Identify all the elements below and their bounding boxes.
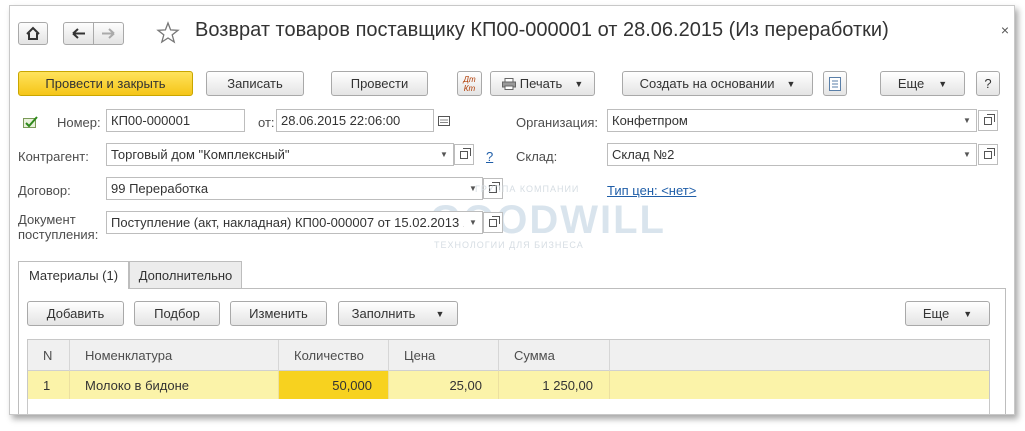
fill-label: Заполнить bbox=[351, 306, 416, 321]
contract-open-button[interactable] bbox=[483, 178, 503, 199]
chevron-down-icon[interactable]: ▼ bbox=[958, 144, 976, 165]
counterparty-label: Контрагент: bbox=[18, 149, 89, 164]
print-button[interactable]: Печать ▼ bbox=[490, 71, 595, 96]
tab-materials[interactable]: Материалы (1) bbox=[18, 261, 129, 289]
counterparty-value: Торговый дом "Комплексный" bbox=[111, 147, 290, 162]
column-quantity[interactable]: Количество bbox=[279, 340, 389, 371]
chevron-down-icon: ▼ bbox=[963, 308, 973, 319]
date-value: 28.06.2015 22:06:00 bbox=[281, 113, 401, 128]
warehouse-label: Склад: bbox=[516, 149, 558, 164]
organization-field[interactable]: Конфетпром ▼ bbox=[607, 109, 977, 132]
dt-label: Дт bbox=[463, 74, 476, 84]
more-button[interactable]: Еще ▼ bbox=[880, 71, 965, 96]
column-price[interactable]: Цена bbox=[389, 340, 499, 371]
chevron-down-icon: ▼ bbox=[435, 308, 445, 319]
fill-button[interactable]: Заполнить ▼ bbox=[338, 301, 458, 326]
page-title: Возврат товаров поставщику КП00-000001 о… bbox=[195, 19, 889, 41]
kt-label: Кт bbox=[463, 83, 476, 93]
edit-button[interactable]: Изменить bbox=[230, 301, 327, 326]
counterparty-field[interactable]: Торговый дом "Комплексный" ▼ bbox=[106, 143, 454, 166]
arrow-left-icon bbox=[72, 28, 85, 39]
save-button[interactable]: Записать bbox=[206, 71, 304, 96]
receipt-label-line2: поступления: bbox=[18, 227, 99, 242]
organization-label: Организация: bbox=[516, 115, 599, 130]
document-window: Возврат товаров поставщику КП00-000001 о… bbox=[9, 5, 1015, 415]
column-sum[interactable]: Сумма bbox=[499, 340, 610, 371]
cell-quantity[interactable]: 50,000 bbox=[279, 371, 389, 399]
table-more-label: Еще bbox=[922, 306, 950, 321]
open-icon bbox=[984, 113, 995, 125]
posted-status-icon bbox=[23, 116, 38, 128]
dt-kt-button[interactable]: Дт Кт bbox=[457, 71, 482, 96]
contract-field[interactable]: 99 Переработка ▼ bbox=[106, 177, 483, 200]
add-button[interactable]: Добавить bbox=[27, 301, 124, 326]
receipt-open-button[interactable] bbox=[483, 212, 503, 233]
cell-price[interactable]: 25,00 bbox=[389, 371, 499, 399]
price-type-link[interactable]: Тип цен: <нет> bbox=[607, 183, 696, 198]
printer-icon bbox=[501, 77, 516, 90]
create-based-on-button[interactable]: Создать на основании ▼ bbox=[622, 71, 813, 96]
close-icon[interactable]: × bbox=[1001, 22, 1009, 38]
organization-open-button[interactable] bbox=[978, 110, 998, 131]
contract-value: 99 Переработка bbox=[111, 181, 209, 196]
more-label: Еще bbox=[897, 76, 925, 91]
calendar-icon bbox=[438, 115, 450, 126]
table-row[interactable]: 1 Молоко в бидоне 50,000 25,00 1 250,00 bbox=[28, 371, 989, 399]
date-label: от: bbox=[258, 115, 275, 130]
counterparty-open-button[interactable] bbox=[454, 144, 474, 165]
contract-label: Договор: bbox=[18, 183, 71, 198]
chevron-down-icon[interactable]: ▼ bbox=[435, 144, 453, 165]
receipt-document-value: Поступление (акт, накладная) КП00-000007… bbox=[111, 215, 471, 230]
watermark-bottom: ТЕХНОЛОГИИ ДЛЯ БИЗНЕСА bbox=[434, 240, 584, 250]
chevron-down-icon[interactable]: ▼ bbox=[464, 212, 482, 233]
number-label: Номер: bbox=[57, 115, 101, 130]
home-button[interactable] bbox=[18, 22, 48, 45]
number-field[interactable]: КП00-000001 bbox=[106, 109, 245, 132]
warehouse-field[interactable]: Склад №2 ▼ bbox=[607, 143, 977, 166]
arrow-right-icon bbox=[102, 28, 115, 39]
cell-n[interactable]: 1 bbox=[28, 371, 70, 399]
create-based-label: Создать на основании bbox=[639, 76, 775, 91]
calendar-button[interactable] bbox=[434, 110, 454, 131]
pick-button[interactable]: Подбор bbox=[134, 301, 220, 326]
open-icon bbox=[460, 147, 471, 159]
chevron-down-icon: ▼ bbox=[786, 78, 796, 89]
chevron-down-icon: ▼ bbox=[938, 78, 948, 89]
receipt-document-field[interactable]: Поступление (акт, накладная) КП00-000007… bbox=[106, 211, 483, 234]
chevron-down-icon[interactable]: ▼ bbox=[464, 178, 482, 199]
number-value: КП00-000001 bbox=[111, 113, 191, 128]
organization-value: Конфетпром bbox=[612, 113, 688, 128]
back-button[interactable] bbox=[63, 22, 94, 45]
cell-item[interactable]: Молоко в бидоне bbox=[70, 371, 279, 399]
warehouse-open-button[interactable] bbox=[978, 144, 998, 165]
materials-table: N Номенклатура Количество Цена Сумма 1 М… bbox=[27, 339, 990, 414]
receipt-label: Документ поступления: bbox=[18, 212, 98, 242]
document-icon bbox=[829, 76, 841, 91]
column-n[interactable]: N bbox=[28, 340, 70, 371]
table-header: N Номенклатура Количество Цена Сумма bbox=[28, 340, 989, 371]
tab-additional[interactable]: Дополнительно bbox=[129, 261, 242, 288]
date-field[interactable]: 28.06.2015 22:06:00 bbox=[276, 109, 434, 132]
column-item[interactable]: Номенклатура bbox=[70, 340, 279, 371]
help-button[interactable]: ? bbox=[976, 71, 1000, 96]
home-icon bbox=[26, 26, 40, 40]
open-icon bbox=[489, 181, 500, 193]
warehouse-value: Склад №2 bbox=[612, 147, 675, 162]
print-label: Печать bbox=[519, 76, 563, 91]
table-more-button[interactable]: Еще ▼ bbox=[905, 301, 990, 326]
open-icon bbox=[489, 215, 500, 227]
chevron-down-icon: ▼ bbox=[574, 78, 584, 89]
post-button[interactable]: Провести bbox=[331, 71, 428, 96]
forward-button[interactable] bbox=[93, 22, 124, 45]
open-icon bbox=[984, 147, 995, 159]
counterparty-help-link[interactable]: ? bbox=[486, 149, 493, 164]
chevron-down-icon[interactable]: ▼ bbox=[958, 110, 976, 131]
receipt-label-line1: Документ bbox=[18, 212, 76, 227]
cell-sum[interactable]: 1 250,00 bbox=[499, 371, 610, 399]
post-and-close-button[interactable]: Провести и закрыть bbox=[18, 71, 193, 96]
star-icon[interactable] bbox=[156, 21, 180, 45]
report-button[interactable] bbox=[823, 71, 847, 96]
